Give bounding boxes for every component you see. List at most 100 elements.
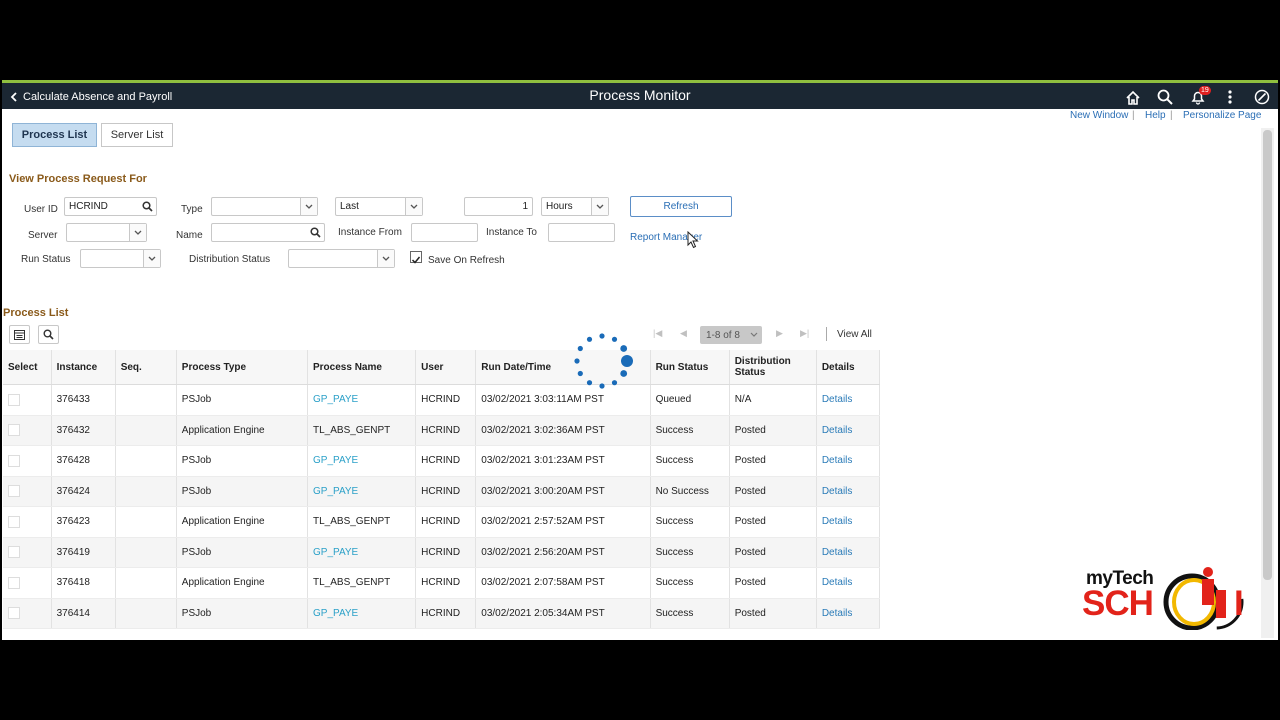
column-header-instance[interactable]: Instance	[51, 350, 116, 385]
details-link[interactable]: Details	[816, 476, 881, 507]
watermark-line2: SCH	[1082, 584, 1154, 623]
table-row: 376424 PSJob GP_PAYE HCRIND 03/02/2021 3:00:…	[3, 476, 881, 507]
more-vertical-icon[interactable]	[1221, 88, 1239, 106]
run-status-cell: No Success	[650, 476, 730, 507]
instance-cell: 376432	[51, 415, 116, 446]
row-select-checkbox[interactable]	[8, 515, 20, 528]
row-select-checkbox[interactable]	[8, 485, 20, 498]
first-page-icon[interactable]: |◀	[653, 328, 662, 339]
instance-cell: 376419	[51, 537, 116, 568]
user-cell: HCRIND	[415, 445, 477, 477]
row-select-checkbox[interactable]	[8, 576, 20, 589]
time-unit-select[interactable]: Hours	[541, 197, 609, 216]
run-status-select[interactable]	[80, 249, 161, 268]
process-name-cell[interactable]: GP_PAYE	[307, 537, 417, 568]
search-icon[interactable]	[142, 201, 153, 212]
process-name-cell[interactable]: GP_PAYE	[307, 384, 417, 416]
column-header-select[interactable]: Select	[3, 350, 52, 385]
refresh-button[interactable]: Refresh	[630, 196, 732, 217]
column-header-details[interactable]: Details	[816, 350, 881, 385]
column-header-process-name[interactable]: Process Name	[307, 350, 417, 385]
loading-spinner-icon	[574, 333, 633, 389]
name-input[interactable]	[211, 223, 325, 242]
next-page-icon[interactable]: ▶	[776, 328, 783, 339]
grid-toolbar: |◀ ◀ 1-8 of 8 ▶ ▶| View All	[3, 322, 879, 350]
back-button[interactable]: Calculate Absence and Payroll	[10, 88, 172, 106]
seq-cell	[115, 567, 177, 599]
new-window-link[interactable]: New Window	[1070, 110, 1128, 121]
instance-cell: 376424	[51, 476, 116, 507]
column-header-distribution-status[interactable]: Distribution Status	[729, 350, 817, 385]
tab-server-list[interactable]: Server List	[101, 123, 173, 147]
save-on-refresh-checkbox[interactable]	[410, 251, 422, 264]
view-all-link[interactable]: View All	[837, 329, 872, 340]
pager-label: 1-8 of 8	[706, 329, 740, 341]
personalize-page-link[interactable]: Personalize Page	[1183, 110, 1261, 121]
time-range-select[interactable]: Last	[335, 197, 423, 216]
row-select-checkbox[interactable]	[8, 454, 20, 467]
table-row: 376418 Application Engine TL_ABS_GENPT HCRI…	[3, 567, 881, 599]
server-label: Server	[28, 230, 58, 241]
column-header-run-status[interactable]: Run Status	[650, 350, 730, 385]
help-link[interactable]: Help	[1145, 110, 1166, 121]
type-select[interactable]	[211, 197, 318, 216]
seq-cell	[115, 476, 177, 507]
process-name-cell[interactable]: GP_PAYE	[307, 445, 417, 477]
details-link[interactable]: Details	[816, 567, 881, 599]
column-header-user[interactable]: User	[415, 350, 477, 385]
home-icon[interactable]	[1124, 88, 1142, 106]
details-link[interactable]: Details	[816, 445, 881, 477]
process-name-cell[interactable]: GP_PAYE	[307, 598, 417, 629]
table-row: 376419 PSJob GP_PAYE HCRIND 03/02/2021 2:56:…	[3, 537, 881, 568]
instance-to-input[interactable]	[548, 223, 615, 242]
distribution-status-select[interactable]	[288, 249, 395, 268]
spinner-dot	[577, 345, 583, 352]
back-button-label: Calculate Absence and Payroll	[23, 91, 173, 103]
pager-select[interactable]: 1-8 of 8	[700, 326, 762, 344]
details-link[interactable]: Details	[816, 598, 881, 629]
details-link[interactable]: Details	[816, 506, 881, 538]
bell-icon[interactable]: 19	[1189, 86, 1211, 106]
previous-page-icon[interactable]: ◀	[680, 328, 687, 339]
watermark-logo: myTech SCH I	[1080, 560, 1250, 632]
details-link[interactable]: Details	[816, 537, 881, 568]
search-icon[interactable]	[1156, 88, 1174, 106]
row-select-checkbox[interactable]	[8, 424, 20, 437]
run-status-label: Run Status	[21, 254, 71, 265]
details-link[interactable]: Details	[816, 384, 881, 416]
row-select-checkbox[interactable]	[8, 546, 20, 559]
user-id-input[interactable]: HCRIND	[64, 197, 157, 216]
tab-process-list[interactable]: Process List	[12, 123, 97, 147]
run-status-cell: Success	[650, 506, 730, 538]
process-type-cell: PSJob	[176, 445, 309, 477]
find-in-grid-button[interactable]	[38, 325, 59, 344]
run-status-cell: Success	[650, 537, 730, 568]
column-header-seq[interactable]: Seq.	[115, 350, 177, 385]
instance-from-input[interactable]	[411, 223, 478, 242]
navbar-compass-icon[interactable]	[1253, 88, 1271, 106]
type-label: Type	[181, 204, 203, 215]
search-icon[interactable]	[310, 227, 321, 238]
run-datetime-cell: 03/02/2021 2:05:34AM PST	[475, 598, 651, 629]
run-datetime-cell: 03/02/2021 3:02:36AM PST	[475, 415, 651, 446]
server-select[interactable]	[66, 223, 147, 242]
details-link[interactable]: Details	[816, 415, 881, 446]
process-name-cell[interactable]: GP_PAYE	[307, 476, 417, 507]
distribution-status-cell: Posted	[729, 476, 817, 507]
vertical-scrollbar[interactable]	[1261, 128, 1274, 638]
last-page-icon[interactable]: ▶|	[800, 328, 809, 339]
time-count-input[interactable]: 1	[464, 197, 533, 216]
distribution-status-cell: Posted	[729, 445, 817, 477]
instance-cell: 376418	[51, 567, 116, 599]
user-id-value: HCRIND	[69, 201, 108, 212]
spinner-dot	[586, 380, 593, 386]
run-status-cell: Queued	[650, 384, 730, 416]
column-header-process-type[interactable]: Process Type	[176, 350, 309, 385]
row-select-checkbox[interactable]	[8, 393, 20, 406]
save-on-refresh-label: Save On Refresh	[428, 255, 505, 266]
row-select-checkbox[interactable]	[8, 607, 20, 620]
scrollbar-thumb[interactable]	[1263, 130, 1272, 580]
spinner-dot	[586, 336, 593, 342]
run-datetime-cell: 03/02/2021 2:56:20AM PST	[475, 537, 651, 568]
personalize-grid-button[interactable]	[9, 325, 30, 344]
